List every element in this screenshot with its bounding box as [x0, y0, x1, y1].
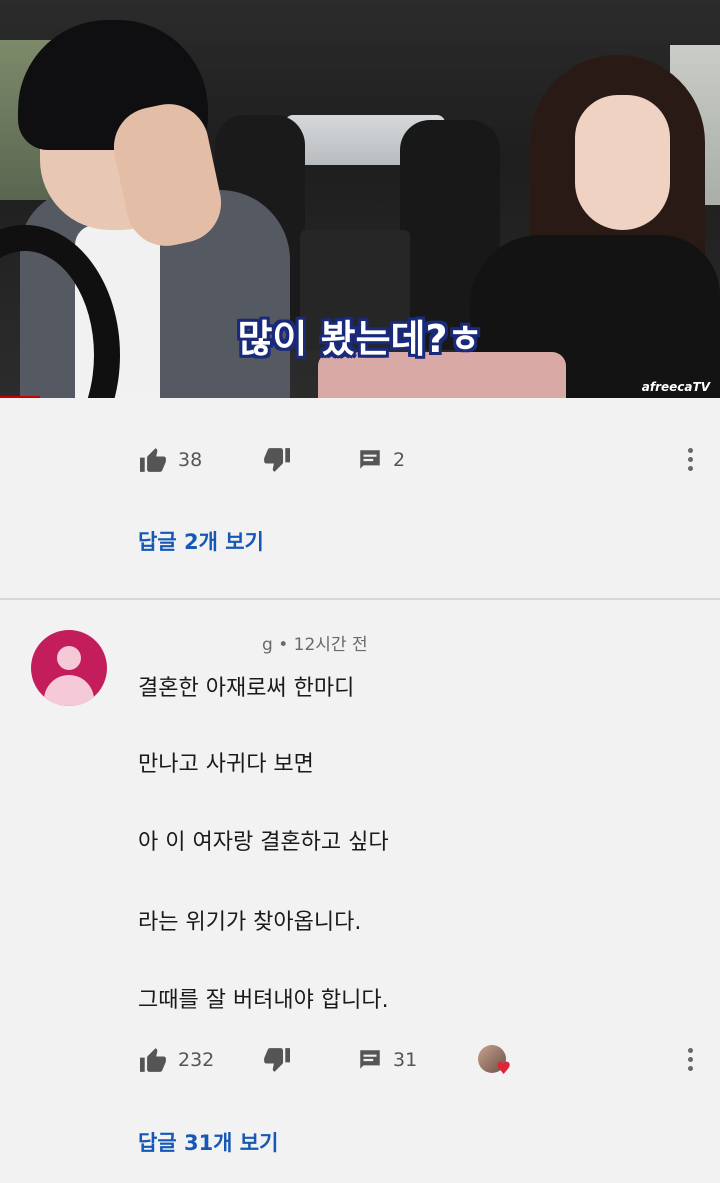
reply-button[interactable]: 31 — [357, 1040, 417, 1080]
like-count: 232 — [178, 1049, 215, 1071]
video-player[interactable]: 많이 봤는데?ㅎ afreecaTV — [0, 0, 720, 398]
comment-line: 결혼한 아재로써 한마디 — [138, 676, 355, 701]
reply-icon — [360, 450, 380, 469]
like-count: 38 — [178, 449, 203, 471]
comment-actions: 38 2 — [0, 440, 720, 480]
comment-author[interactable]: g — [262, 635, 273, 655]
comment-line: 그때를 잘 버텨내야 합니다. — [138, 988, 389, 1013]
avatar-icon[interactable] — [31, 630, 107, 706]
comment-line: 라는 위기가 찾아옵니다. — [138, 910, 362, 935]
more-vertical-icon[interactable] — [686, 448, 694, 474]
reply-count: 2 — [393, 449, 406, 471]
reply-button[interactable]: 2 — [357, 440, 405, 480]
video-progress-bar[interactable] — [0, 396, 40, 398]
thumb-up-icon — [140, 448, 166, 472]
view-replies-link[interactable]: 답글 2개 보기 — [138, 526, 264, 556]
reply-icon — [360, 1050, 380, 1069]
video-caption: 많이 봤는데?ㅎ — [237, 317, 483, 361]
dislike-button[interactable] — [262, 440, 292, 480]
divider — [0, 598, 720, 600]
like-button[interactable]: 38 — [138, 440, 202, 480]
comment-line: 아 이 여자랑 결혼하고 싶다 — [138, 830, 389, 855]
woman-face — [575, 95, 670, 230]
dislike-button[interactable] — [262, 1040, 292, 1080]
thumb-up-icon — [140, 1048, 166, 1072]
thumb-down-icon — [264, 1048, 290, 1072]
reply-count: 31 — [393, 1049, 418, 1071]
more-vertical-icon[interactable] — [686, 1048, 694, 1074]
comment-meta: g • 12시간 전 — [262, 630, 368, 655]
comment-line: 만나고 사귀다 보면 — [138, 752, 314, 777]
watermark-logo: afreecaTV — [641, 380, 710, 394]
creator-heart-badge: ♥ — [478, 1045, 512, 1079]
view-replies-link[interactable]: 답글 31개 보기 — [138, 1127, 278, 1157]
comment-actions: 232 31 — [0, 1040, 720, 1080]
comment-time: • 12시간 전 — [278, 635, 368, 655]
thumb-down-icon — [264, 448, 290, 472]
heart-icon: ♥ — [496, 1059, 512, 1079]
like-button[interactable]: 232 — [138, 1040, 214, 1080]
